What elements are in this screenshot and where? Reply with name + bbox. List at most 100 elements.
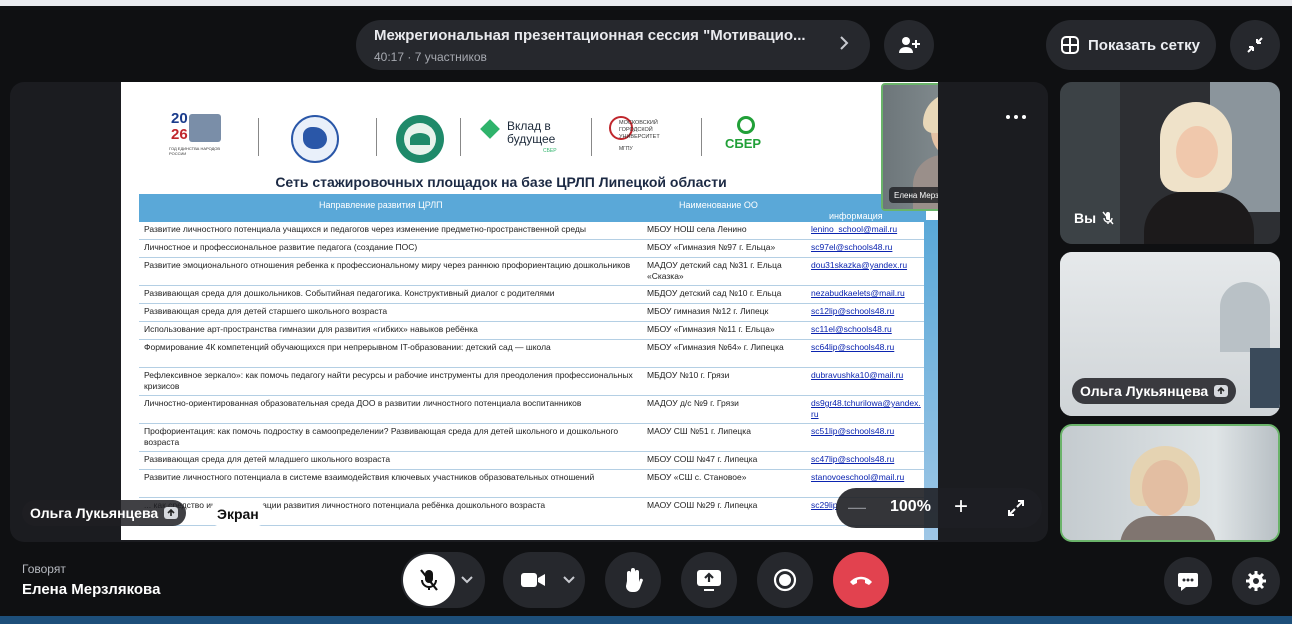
- participant-tile-elena[interactable]: [1060, 424, 1280, 542]
- logo-divider: [460, 118, 461, 156]
- cell-direction: Личностно-ориентированная образовательна…: [144, 398, 582, 408]
- table-row: Развитие личностного потенциала учащихся…: [139, 222, 926, 240]
- record-button[interactable]: [757, 552, 813, 608]
- table-row: Формирование 4К компетенций обучающихся …: [139, 340, 926, 368]
- cell-direction: Развитие эмоционального отношения ребенк…: [144, 260, 631, 270]
- stage-more-button[interactable]: [1004, 108, 1028, 119]
- cell-direction: Развитие личностного потенциала учащихся…: [144, 224, 586, 234]
- chat-icon: [1178, 573, 1198, 591]
- zoom-out-button[interactable]: —: [848, 497, 866, 518]
- show-grid-button[interactable]: Показать сетку: [1046, 20, 1216, 70]
- cell-contact: sc47lip@schools48.ru: [811, 454, 895, 464]
- hang-up-icon: [850, 576, 872, 585]
- mic-options-chevron-icon[interactable]: [459, 572, 475, 588]
- header-direction: Направление развития ЦРЛП: [319, 200, 443, 210]
- table-header: Направление развития ЦРЛП Наименование О…: [139, 194, 926, 222]
- logo-divider: [701, 118, 702, 156]
- grid-icon: [1061, 36, 1079, 54]
- cell-contact: sc97el@schools48.ru: [811, 242, 893, 252]
- cell-contact: lenino_school@mail.ru: [811, 224, 898, 234]
- os-top-strip: [0, 0, 1292, 6]
- cell-contact: ds9gr48.tchurilowa@yandex.ru: [811, 398, 921, 419]
- table-row: Развивающая среда для детей младшего шко…: [139, 452, 926, 470]
- cell-org: МБОУ гимназия №12 г. Липецк: [647, 306, 769, 316]
- table-row: Личностно-ориентированная образовательна…: [139, 396, 926, 424]
- participant-tile-you[interactable]: Вы: [1060, 82, 1280, 244]
- cell-direction: Развивающая среда для детей старшего шко…: [144, 306, 388, 316]
- cell-org: МБОУ СОШ №47 г. Липецка: [647, 454, 758, 464]
- speaking-label: Говорят: [22, 562, 66, 576]
- cell-org: МАДОУ д/с №9 г. Грязи: [647, 398, 739, 408]
- table-row: Развитие эмоционального отношения ребенк…: [139, 258, 926, 286]
- screen-share-badge-icon: [164, 507, 179, 519]
- zoom-value: 100%: [890, 498, 931, 515]
- more-dots-icon: [1006, 115, 1026, 119]
- settings-button[interactable]: [1232, 557, 1280, 605]
- table-row: Рефлексивное зеркало»: как помочь педаго…: [139, 368, 926, 396]
- cell-org: МБДОУ №10 г. Грязи: [647, 370, 730, 380]
- cell-org: МБОУ НОШ села Ленино: [647, 224, 747, 234]
- slide-title: Сеть стажировочных площадок на базе ЦРЛП…: [275, 174, 727, 190]
- mgpu-logo: МОСКОВСКИЙ ГОРОДСКОЙ УНИВЕРСИТЕТ МГПУ: [609, 116, 689, 158]
- chevron-right-icon: [840, 36, 849, 50]
- logo-divider: [258, 118, 259, 156]
- collapse-button[interactable]: [1230, 20, 1280, 70]
- header-info: информация: [829, 211, 883, 221]
- zoom-in-button[interactable]: +: [954, 493, 968, 521]
- cell-direction: Рефлексивное зеркало»: как помочь педаго…: [144, 370, 633, 391]
- pip-name-tag: Елена Мерзлякова: [889, 187, 938, 203]
- table-row: Профориентация: как помочь подростку в с…: [139, 424, 926, 452]
- participant-tile-olga[interactable]: Ольга Лукьянцева: [1060, 252, 1280, 416]
- main-stage: 20 26 ГОД ЕДИНСТВА НАРОДОВ РОССИИ Вклад …: [10, 82, 1048, 542]
- cell-contact: sc12lip@schools48.ru: [811, 306, 895, 316]
- cell-org: МБОУ «Гимназия №11 г. Ельца»: [647, 324, 775, 334]
- presenter-name: Ольга Лукьянцева: [30, 505, 159, 521]
- cell-contact: nezabudkaelets@mail.ru: [811, 288, 905, 298]
- person-face: [1142, 460, 1188, 516]
- header-org: Наименование ОО: [679, 200, 758, 210]
- cell-contact: stanovoeschool@mail.ru: [811, 472, 905, 482]
- tab-camera[interactable]: Камера: [273, 501, 340, 527]
- chat-button[interactable]: [1164, 557, 1212, 605]
- zoom-control: — 100% +: [836, 488, 1042, 528]
- camera-options-chevron-icon[interactable]: [561, 572, 577, 588]
- cell-direction: Развивающая среда для дошкольников. Собы…: [144, 288, 555, 298]
- add-participant-button[interactable]: [884, 20, 934, 70]
- fullscreen-icon[interactable]: [1006, 498, 1026, 518]
- sber-logo: СБЕР: [725, 116, 775, 156]
- add-user-icon: [899, 37, 920, 53]
- table-row: Развивающая среда для дошкольников. Собы…: [139, 286, 926, 304]
- mic-toggle-button[interactable]: [403, 554, 455, 606]
- screen-share-badge-icon: [1214, 385, 1229, 397]
- cell-contact: sc64lip@schools48.ru: [811, 342, 895, 352]
- show-grid-label: Показать сетку: [1088, 36, 1200, 54]
- you-name-tag: Вы: [1074, 210, 1114, 226]
- camera-toggle-button[interactable]: [507, 554, 559, 606]
- cell-contact: sc11el@schools48.ru: [811, 324, 892, 334]
- session-title: Межрегиональная презентационная сессия "…: [374, 27, 806, 44]
- table-row: Личностное и профессиональное развитие п…: [139, 240, 926, 258]
- os-bottom-strip: [0, 616, 1292, 624]
- collapse-icon: [1247, 37, 1263, 53]
- end-call-button[interactable]: [833, 552, 889, 608]
- share-screen-button[interactable]: [681, 552, 737, 608]
- olga-label: Ольга Лукьянцева: [1080, 383, 1209, 399]
- session-info-button[interactable]: Межрегиональная презентационная сессия "…: [356, 20, 870, 70]
- gear-icon: [1246, 571, 1266, 591]
- logo-divider: [376, 118, 377, 156]
- table-row: Использование арт-пространства гимназии …: [139, 322, 926, 340]
- pip-name: Елена Мерзлякова: [894, 190, 938, 200]
- mic-control: [401, 552, 485, 608]
- cell-direction: Профориентация: как помочь подростку в с…: [144, 426, 619, 447]
- mic-off-icon: [1102, 211, 1114, 225]
- you-label: Вы: [1074, 210, 1097, 226]
- tab-screen[interactable]: Экран: [209, 501, 267, 527]
- cell-contact: dou31skazka@yandex.ru: [811, 260, 908, 270]
- raise-hand-button[interactable]: [605, 552, 661, 608]
- cell-direction: Личностное и профессиональное развитие п…: [144, 242, 418, 252]
- presenter-name-tag: Ольга Лукьянцева: [22, 500, 187, 526]
- cell-contact: sc51lip@schools48.ru: [811, 426, 895, 436]
- cell-direction: Развивающая среда для детей младшего шко…: [144, 454, 391, 464]
- cell-contact: dubravushka10@mail.ru: [811, 370, 904, 380]
- pinned-camera-tile[interactable]: Елена Мерзлякова: [881, 83, 938, 211]
